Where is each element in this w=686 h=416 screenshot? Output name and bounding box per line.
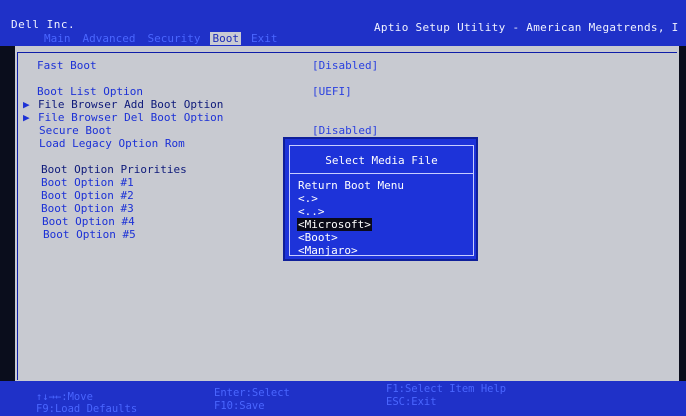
parent-dir-item[interactable]: <..> <box>298 205 325 218</box>
dialog-frame: Select Media File Return Boot Menu <.> <… <box>289 145 474 257</box>
hint-move: ↑↓→←:Move <box>36 391 93 403</box>
load-legacy-rom-option[interactable]: Load Legacy Option Rom <box>39 137 185 150</box>
microsoft-dir-item[interactable]: <Microsoft> <box>297 218 372 231</box>
boot-option-1[interactable]: Boot Option #1 <box>41 176 134 189</box>
dialog-divider <box>290 173 473 174</box>
hint-exit: ESC:Exit <box>386 396 437 408</box>
hint-save: F10:Save <box>214 400 265 412</box>
menu-bar: Main Advanced Security Boot Exit <box>42 32 279 45</box>
secure-boot-value[interactable]: [Disabled] <box>312 124 378 137</box>
vendor-label: Dell Inc. <box>11 18 76 31</box>
tab-security[interactable]: Security <box>145 32 202 45</box>
boot-option-3[interactable]: Boot Option #3 <box>41 202 134 215</box>
boot-priorities-heading: Boot Option Priorities <box>41 163 187 176</box>
return-boot-menu-item[interactable]: Return Boot Menu <box>298 179 404 192</box>
current-dir-item[interactable]: <.> <box>298 192 318 205</box>
hint-load-defaults: F9:Load Defaults <box>36 403 138 415</box>
file-browser-add-option[interactable]: File Browser Add Boot Option <box>38 98 223 111</box>
footer-bar: ↑↓→←:Move F9:Load Defaults Enter:Select … <box>0 381 686 416</box>
tab-exit[interactable]: Exit <box>249 32 280 45</box>
fast-boot-value[interactable]: [Disabled] <box>312 59 378 72</box>
header-bar: Dell Inc. Aptio Setup Utility - American… <box>0 0 686 46</box>
boot-option-2[interactable]: Boot Option #2 <box>41 189 134 202</box>
submenu-arrow-icon: ▶ <box>23 111 30 124</box>
boot-option-5[interactable]: Boot Option #5 <box>43 228 136 241</box>
bios-screen: Dell Inc. Aptio Setup Utility - American… <box>0 0 686 416</box>
fast-boot-option[interactable]: Fast Boot <box>37 59 97 72</box>
file-browser-del-option[interactable]: File Browser Del Boot Option <box>38 111 223 124</box>
hint-item-help: F1:Select Item Help <box>386 383 507 395</box>
boot-dir-item[interactable]: <Boot> <box>298 231 338 244</box>
select-media-file-dialog: Select Media File Return Boot Menu <.> <… <box>283 137 478 261</box>
boot-option-4[interactable]: Boot Option #4 <box>42 215 135 228</box>
manjaro-dir-item[interactable]: <Manjaro> <box>298 244 358 257</box>
tab-boot[interactable]: Boot <box>210 32 241 45</box>
boot-list-value[interactable]: [UEFI] <box>312 85 352 98</box>
boot-list-option[interactable]: Boot List Option <box>37 85 143 98</box>
utility-title: Aptio Setup Utility - American Megatrend… <box>374 21 679 34</box>
submenu-arrow-icon: ▶ <box>23 98 30 111</box>
secure-boot-option[interactable]: Secure Boot <box>39 124 112 137</box>
tab-main[interactable]: Main <box>42 32 73 45</box>
hint-enter-select: Enter:Select <box>214 387 290 399</box>
dialog-title: Select Media File <box>325 154 438 167</box>
tab-advanced[interactable]: Advanced <box>81 32 138 45</box>
